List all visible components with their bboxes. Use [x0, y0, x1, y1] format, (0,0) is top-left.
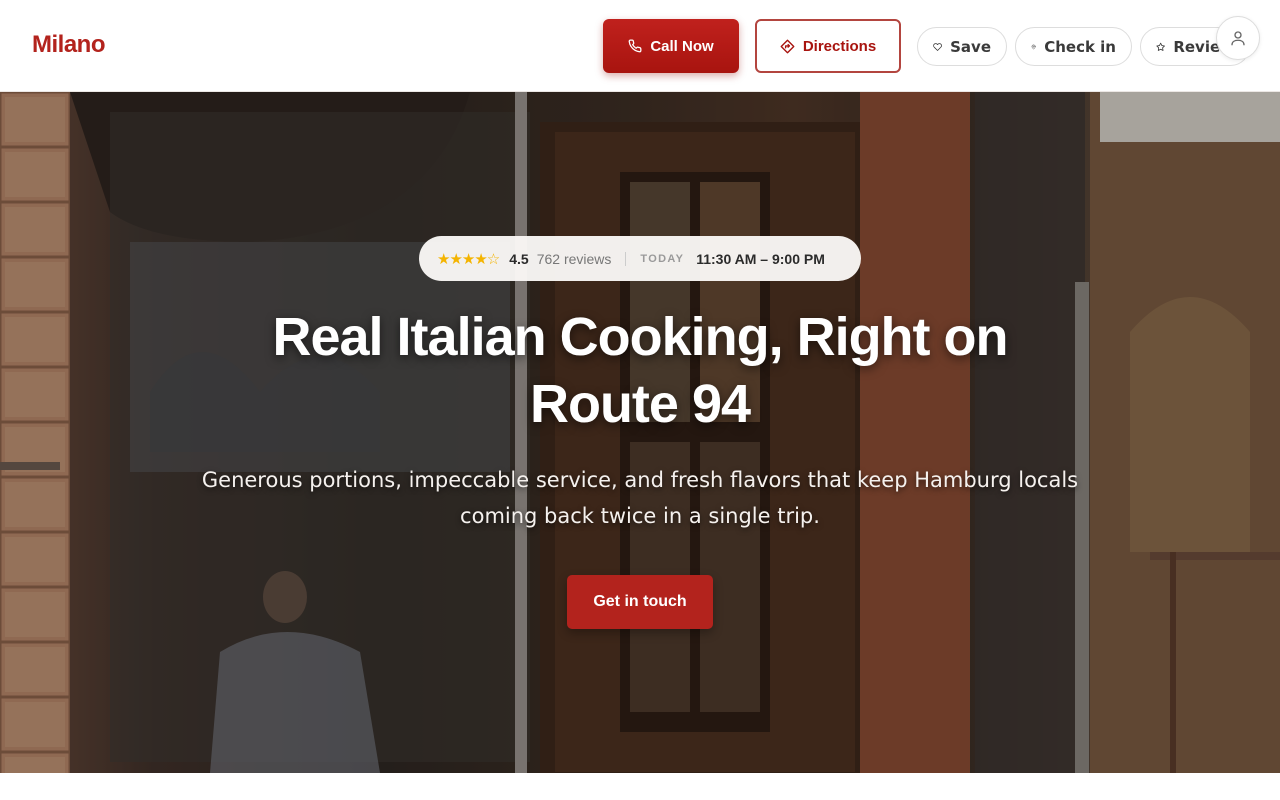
map-pin-icon: [1031, 44, 1036, 49]
divider: [625, 251, 627, 266]
user-icon: [1231, 31, 1245, 46]
check-in-button[interactable]: Check in: [1015, 27, 1132, 66]
hero-section: ★★★★☆ 4.5 762 reviews TODAY 11:30 AM – 9…: [0, 92, 1280, 773]
heart-icon: [933, 42, 942, 51]
brand-logo[interactable]: Milano: [32, 31, 106, 59]
star-icon: [1156, 42, 1165, 51]
phone-icon: [628, 39, 642, 53]
today-label: TODAY: [640, 252, 685, 265]
opening-hours: 11:30 AM – 9:00 PM: [696, 250, 825, 267]
directions-icon: [780, 39, 795, 53]
hero-title: Real Italian Cooking, Right on Route 94: [272, 307, 1008, 434]
account-button[interactable]: [1216, 16, 1260, 60]
call-now-button[interactable]: Call Now: [603, 19, 739, 73]
rating-stars: ★★★★☆: [437, 250, 500, 268]
check-in-label: Check in: [1044, 37, 1116, 56]
call-now-label: Call Now: [650, 37, 714, 55]
rating-value: 4.5: [509, 250, 529, 267]
directions-button[interactable]: Directions: [755, 19, 901, 73]
directions-label: Directions: [802, 37, 877, 55]
review-count[interactable]: 762 reviews: [537, 251, 612, 267]
site-header: Milano Call Now Directions Save Check in…: [0, 0, 1280, 92]
save-label: Save: [950, 37, 991, 56]
get-in-touch-button[interactable]: Get in touch: [567, 575, 713, 629]
rating-hours-pill: ★★★★☆ 4.5 762 reviews TODAY 11:30 AM – 9…: [419, 236, 861, 281]
save-button[interactable]: Save: [917, 27, 1007, 66]
hero-subtitle: Generous portions, impeccable service, a…: [201, 468, 1079, 528]
